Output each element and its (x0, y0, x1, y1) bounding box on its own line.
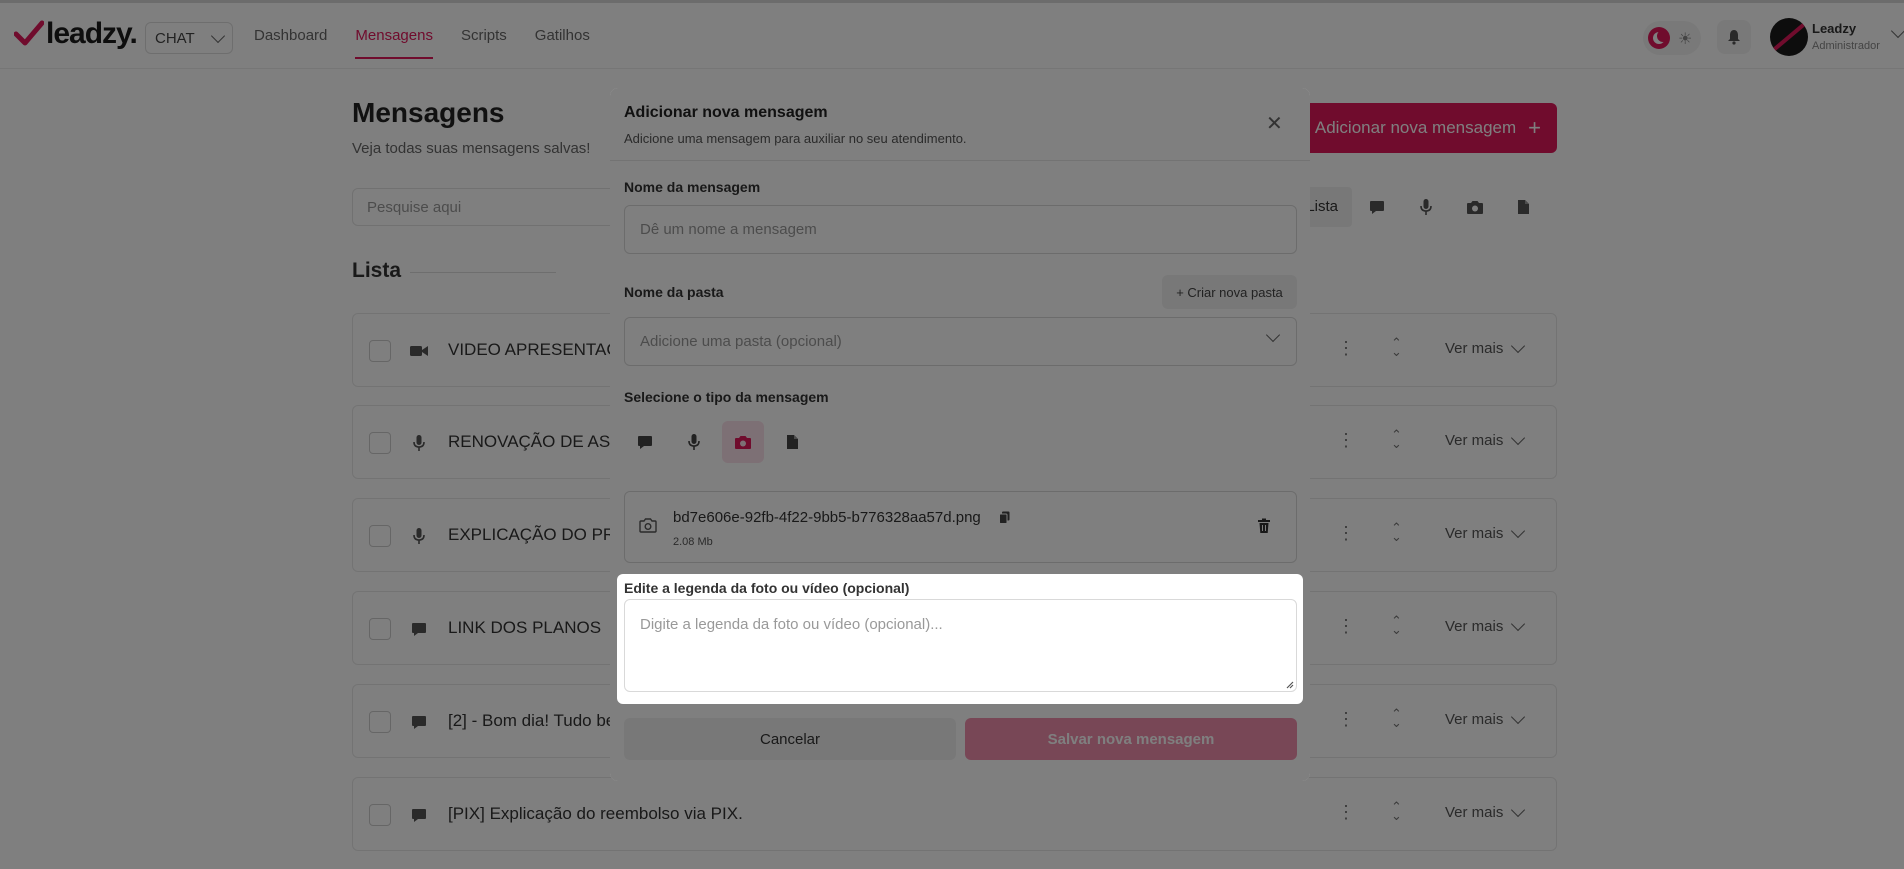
mic-icon (688, 434, 700, 450)
file-size: 2.08 Mb (673, 536, 713, 548)
type-text-button[interactable] (624, 421, 666, 463)
file-name: bd7e606e-92fb-4f22-9bb5-b776328aa57d.png (673, 509, 981, 526)
caption-section: Edite a legenda da foto ou vídeo (opcion… (617, 574, 1303, 704)
uploaded-file-card: bd7e606e-92fb-4f22-9bb5-b776328aa57d.png… (624, 491, 1297, 563)
camera-icon (735, 435, 751, 449)
chevron-down-icon (1265, 327, 1281, 343)
caption-label: Edite a legenda da foto ou vídeo (opcion… (624, 580, 910, 596)
create-folder-button[interactable]: + Criar nova pasta (1162, 275, 1297, 309)
save-message-button[interactable]: Salvar nova mensagem (965, 718, 1297, 760)
modal-subtitle: Adicione uma mensagem para auxiliar no s… (624, 131, 967, 146)
type-audio-button[interactable] (673, 421, 715, 463)
message-name-input[interactable]: Dê um nome a mensagem (624, 205, 1297, 254)
caption-placeholder: Digite a legenda da foto ou vídeo (opcio… (640, 616, 943, 633)
caption-textarea[interactable]: Digite a legenda da foto ou vídeo (opcio… (624, 599, 1297, 692)
close-icon[interactable]: ✕ (1266, 114, 1283, 134)
message-type-label: Selecione o tipo da mensagem (624, 389, 829, 405)
chat-icon (638, 435, 652, 449)
folder-select-placeholder: Adicione uma pasta (opcional) (640, 333, 842, 350)
type-image-button[interactable] (722, 421, 764, 463)
modal-title: Adicionar nova mensagem (624, 104, 828, 121)
camera-icon (639, 518, 657, 533)
folder-select[interactable]: Adicione uma pasta (opcional) (624, 317, 1297, 366)
type-document-button[interactable] (771, 421, 813, 463)
resize-handle-icon[interactable] (1284, 679, 1294, 689)
modal-header: Adicionar nova mensagem Adicione uma men… (610, 88, 1310, 161)
folder-name-label: Nome da pasta (624, 284, 724, 300)
trash-icon[interactable] (1257, 518, 1271, 534)
copy-icon[interactable] (999, 511, 1010, 524)
document-icon (786, 435, 798, 449)
cancel-button[interactable]: Cancelar (624, 718, 956, 760)
message-type-selector (624, 421, 813, 463)
message-name-label: Nome da mensagem (624, 179, 761, 195)
